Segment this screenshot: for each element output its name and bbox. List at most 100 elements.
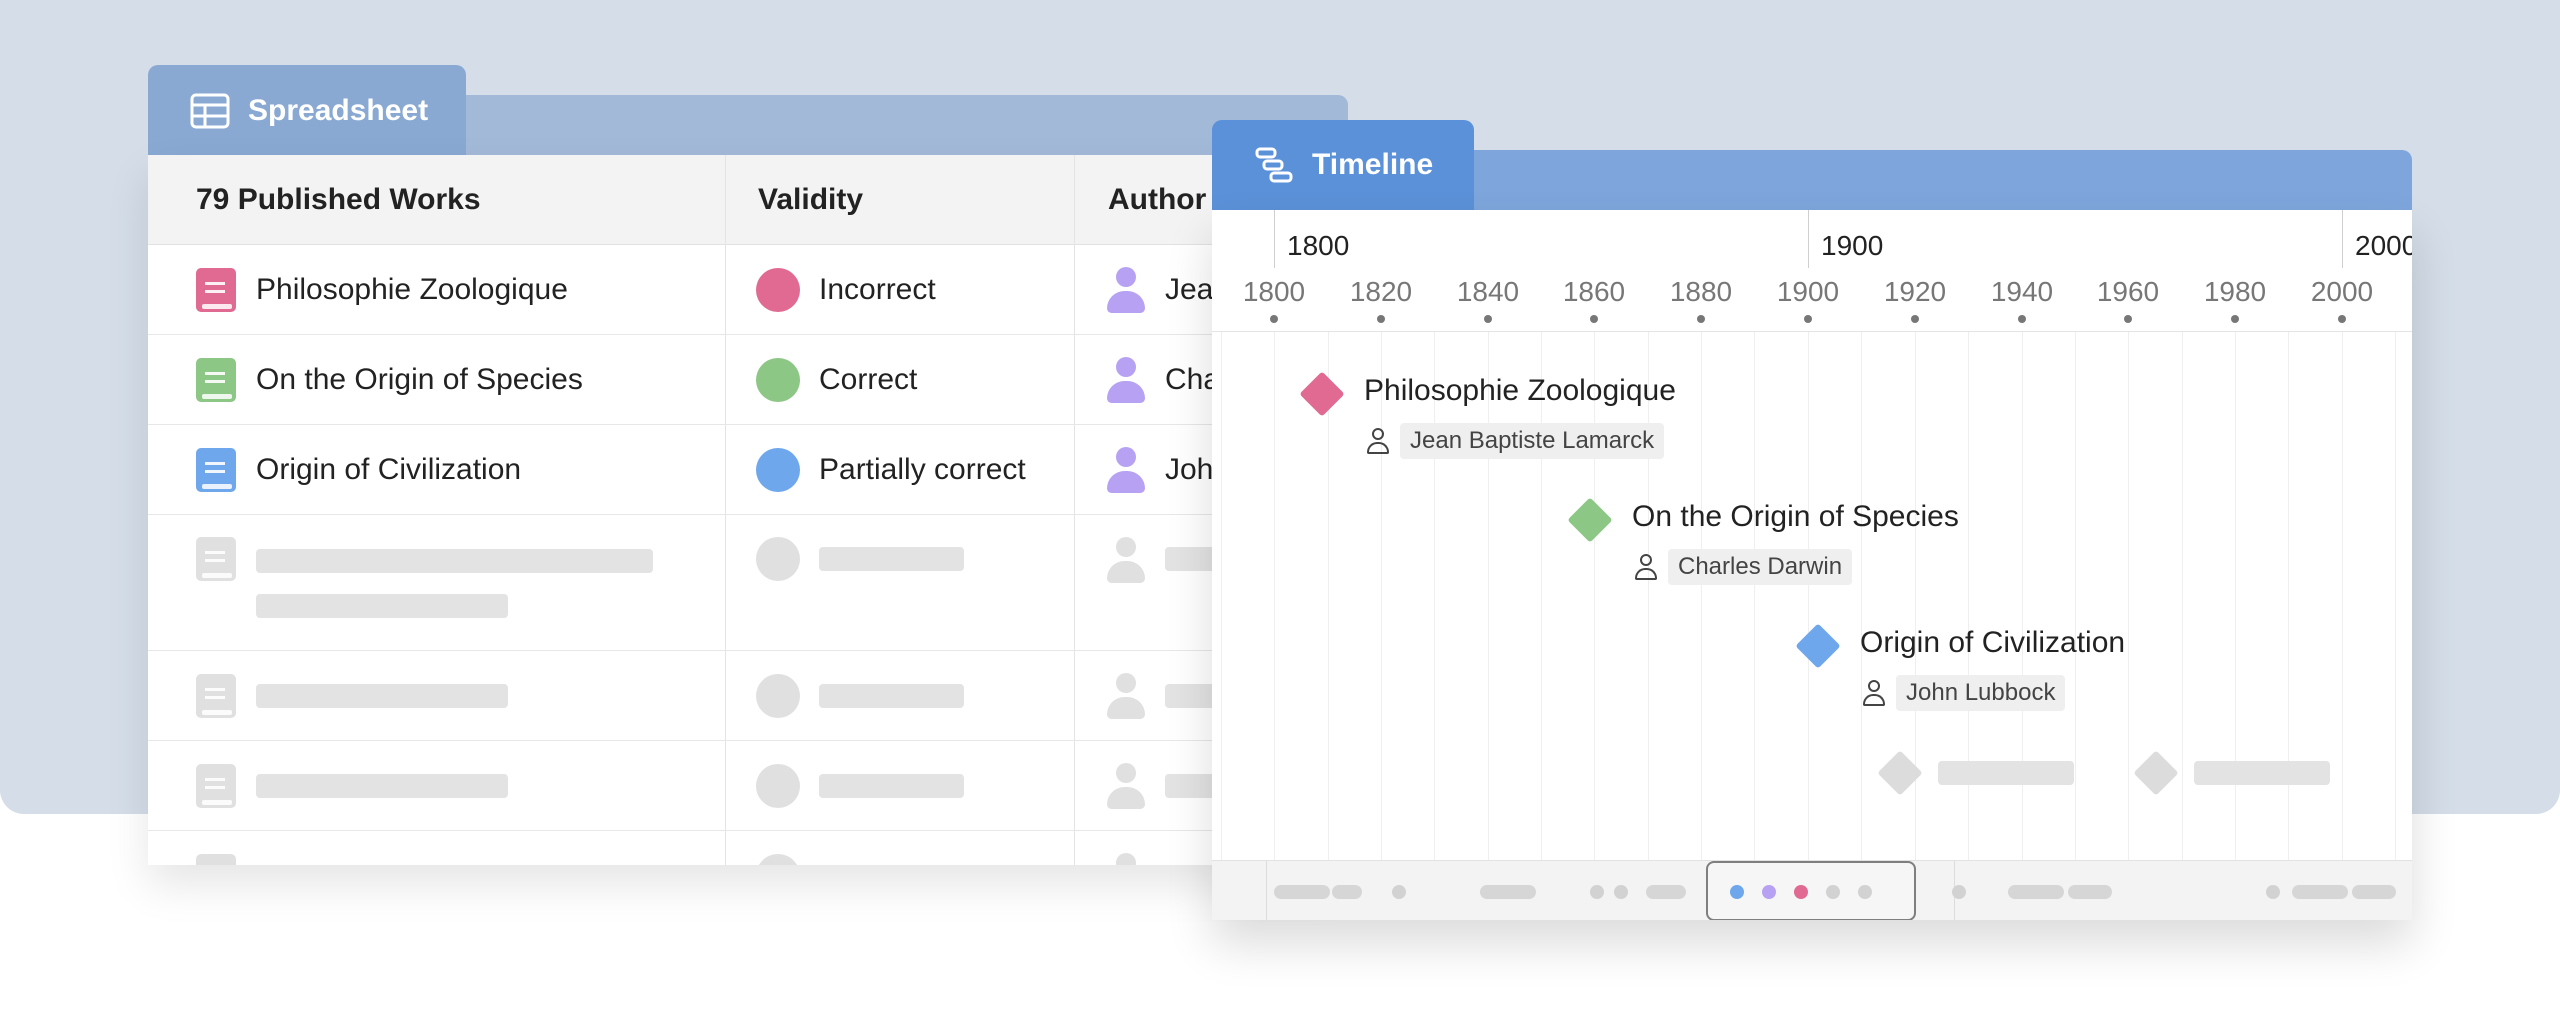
timeline-navigator[interactable] <box>1212 860 2412 920</box>
table-row[interactable]: Origin of Civilization Partially correct… <box>148 425 1348 515</box>
navigator-pill <box>2352 885 2396 899</box>
grid-line <box>1861 332 1862 860</box>
event-title[interactable]: Philosophie Zoologique <box>1364 374 1676 408</box>
decade-label: 1800 <box>1242 276 1306 307</box>
grid-line <box>1915 332 1916 860</box>
column-header-works[interactable]: 79 Published Works <box>196 155 481 245</box>
century-label: 1900 <box>1821 230 1884 261</box>
grid-line <box>1701 332 1702 860</box>
validity-label: Incorrect <box>819 273 936 306</box>
placeholder-dot-icon <box>756 537 800 581</box>
validity-correct-icon <box>756 358 800 402</box>
tick-mark <box>2231 315 2239 323</box>
navigator-pill <box>2068 885 2112 899</box>
book-icon <box>196 268 236 312</box>
navigator-pill <box>1646 885 1686 899</box>
work-title: Philosophie Zoologique <box>256 273 568 306</box>
work-title: On the Origin of Species <box>256 363 583 396</box>
navigator-pill <box>2008 885 2064 899</box>
work-title: Origin of Civilization <box>256 453 522 486</box>
tab-timeline[interactable]: Timeline <box>1212 120 1474 210</box>
placeholder-bar <box>1938 761 2074 785</box>
navigator-dot <box>1392 885 1406 899</box>
table-row[interactable]: On the Origin of Species Correct Cha <box>148 335 1348 425</box>
person-outline-icon <box>1862 680 1886 706</box>
decade-label: 1900 <box>1776 276 1840 307</box>
placeholder-dot-icon <box>756 674 800 718</box>
tick-mark <box>1377 315 1385 323</box>
placeholder-dot-icon <box>756 764 800 808</box>
validity-label: Correct <box>819 363 918 396</box>
book-icon <box>196 358 236 402</box>
decade-label: 1880 <box>1669 276 1733 307</box>
placeholder-bar <box>819 774 964 798</box>
book-icon <box>196 674 236 718</box>
table-row[interactable]: Philosophie Zoologique Incorrect Jea <box>148 245 1348 335</box>
event-milestone-icon[interactable] <box>1567 497 1613 543</box>
placeholder-row <box>148 651 1348 741</box>
placeholder-dot-icon <box>756 854 800 865</box>
table-header: 79 Published Works Validity Author <box>148 155 1348 245</box>
decade-label: 1960 <box>2096 276 2160 307</box>
tick-mark <box>1270 315 1278 323</box>
century-marker <box>1808 210 1809 268</box>
tick-mark <box>1911 315 1919 323</box>
tick-mark <box>1590 315 1598 323</box>
navigator-event-dot <box>1762 885 1776 899</box>
navigator-event-dot <box>1794 885 1808 899</box>
column-header-validity[interactable]: Validity <box>758 155 863 245</box>
grid-line <box>1648 332 1649 860</box>
grid-line <box>1594 332 1595 860</box>
tick-mark <box>1484 315 1492 323</box>
grid-line <box>2342 332 2343 860</box>
tick-mark <box>1804 315 1812 323</box>
placeholder-row <box>148 831 1348 865</box>
tick-mark <box>1697 315 1705 323</box>
decade-label: 1820 <box>1349 276 1413 307</box>
event-milestone-icon[interactable] <box>1299 371 1345 417</box>
decade-label: 2000 <box>2310 276 2374 307</box>
tick-mark <box>2124 315 2132 323</box>
placeholder-bar <box>819 547 964 571</box>
placeholder-bar <box>2194 761 2330 785</box>
person-icon <box>1106 357 1146 403</box>
century-marker <box>2342 210 2343 268</box>
century-marker <box>1274 210 1275 268</box>
navigator-pill <box>1332 885 1362 899</box>
validity-label: Partially correct <box>819 453 1026 486</box>
event-title[interactable]: On the Origin of Species <box>1632 500 1959 534</box>
grid-line <box>1274 332 1275 860</box>
person-icon <box>1106 537 1146 583</box>
event-milestone-icon[interactable] <box>1795 623 1841 669</box>
book-icon <box>196 854 236 865</box>
grid-line <box>1381 332 1382 860</box>
event-author-chip: Charles Darwin <box>1668 549 1853 585</box>
grid-line <box>2128 332 2129 860</box>
grid-line <box>2395 332 2396 860</box>
gantt-icon <box>1255 147 1293 183</box>
tab-spreadsheet[interactable]: Spreadsheet <box>148 65 466 157</box>
navigator-pill <box>1480 885 1536 899</box>
placeholder-bar <box>256 594 508 618</box>
grid-line <box>1488 332 1489 860</box>
event-title[interactable]: Origin of Civilization <box>1860 626 2125 660</box>
person-icon <box>1106 267 1146 313</box>
placeholder-milestone-icon <box>2133 750 2179 796</box>
placeholder-bar <box>256 774 508 798</box>
timeline-window: Timeline 1800 1900 2000 1800 1820 1840 1… <box>1212 120 2412 920</box>
grid-line <box>1434 332 1435 860</box>
person-icon <box>1106 763 1146 809</box>
book-icon <box>196 537 236 581</box>
tab-timeline-label: Timeline <box>1312 148 1434 181</box>
book-icon <box>196 448 236 492</box>
timeline-ruler: 1800 1900 2000 1800 1820 1840 1860 1880 … <box>1212 210 2412 332</box>
grid-line <box>1754 332 1755 860</box>
book-icon <box>196 764 236 808</box>
person-icon <box>1106 673 1146 719</box>
author-name: Joh <box>1165 453 1214 486</box>
grid-line <box>1221 332 1222 860</box>
column-header-author[interactable]: Author <box>1108 155 1206 245</box>
placeholder-row <box>148 515 1348 651</box>
spreadsheet-grid: 79 Published Works Validity Author Philo… <box>148 155 1348 865</box>
timeline-canvas[interactable]: 1800 1900 2000 1800 1820 1840 1860 1880 … <box>1212 210 2412 920</box>
